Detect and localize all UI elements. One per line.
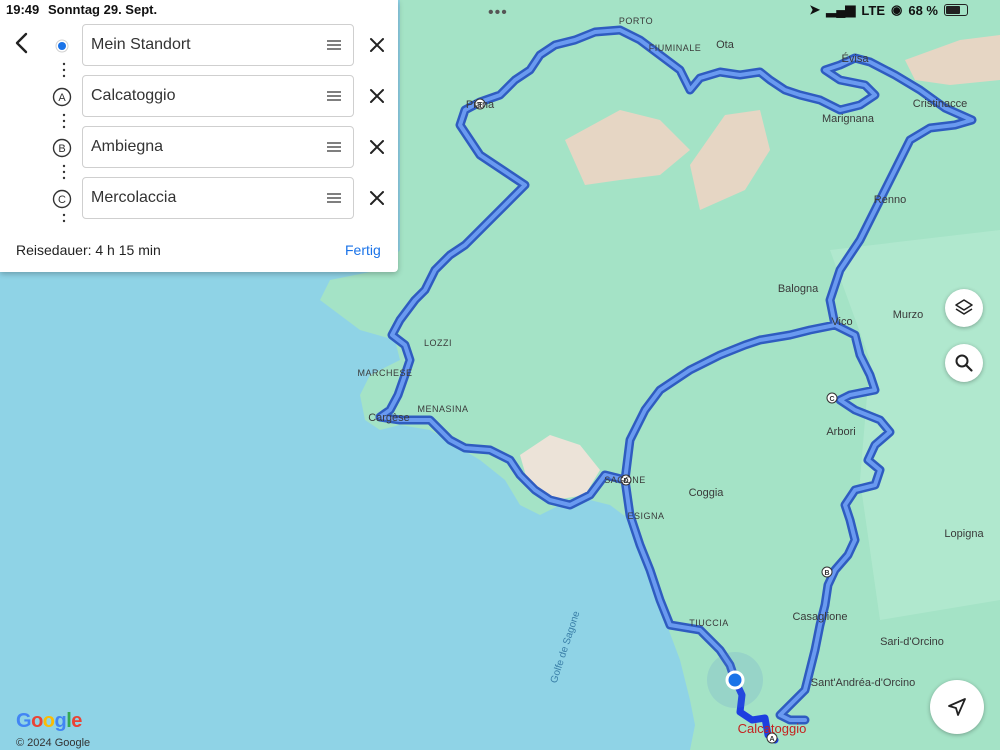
my-location-icon bbox=[55, 39, 69, 53]
place-label: Marignana bbox=[822, 113, 875, 125]
stop-row: B Ambiegna bbox=[0, 126, 398, 170]
place-label: Lopigna bbox=[944, 528, 984, 540]
stop-label: Mercolaccia bbox=[91, 189, 177, 206]
place-label: Coggia bbox=[689, 487, 725, 499]
stop-input[interactable]: Calcatoggio bbox=[82, 75, 354, 117]
recenter-icon bbox=[948, 698, 966, 716]
svg-text:A: A bbox=[769, 736, 774, 743]
drag-handle-icon[interactable] bbox=[327, 40, 341, 50]
place-label: TIUCCIA bbox=[689, 618, 729, 628]
place-label: Sant'Andréa-d'Orcino bbox=[811, 677, 915, 689]
place-label: Renno bbox=[874, 194, 906, 206]
network-label: LTE bbox=[861, 2, 886, 18]
battery-percent: 68 % bbox=[908, 2, 938, 18]
multitasking-dots-icon[interactable]: ••• bbox=[488, 4, 508, 22]
marker-c-icon: C bbox=[52, 189, 72, 209]
place-label: MENASINA bbox=[417, 404, 468, 414]
remove-stop-icon[interactable] bbox=[368, 138, 386, 156]
svg-text:B: B bbox=[824, 570, 829, 577]
stop-row: Mein Standort bbox=[0, 24, 398, 68]
trip-duration: Reisedauer: 4 h 15 min bbox=[16, 242, 161, 258]
drag-handle-icon[interactable] bbox=[327, 142, 341, 152]
remove-stop-icon[interactable] bbox=[368, 87, 386, 105]
place-label: Ota bbox=[716, 39, 735, 51]
place-label: Évisa bbox=[842, 52, 870, 65]
stop-input[interactable]: Mein Standort bbox=[82, 24, 354, 66]
current-location-dot bbox=[725, 670, 745, 690]
drag-handle-icon[interactable] bbox=[327, 193, 341, 203]
svg-text:C: C bbox=[829, 396, 834, 403]
location-arrow-icon: ➤ bbox=[809, 2, 821, 17]
place-label: Cargèse bbox=[368, 412, 410, 424]
marker-a-icon: A bbox=[52, 87, 72, 107]
waypoint-marker-b: B bbox=[821, 566, 833, 578]
svg-text:C: C bbox=[58, 194, 66, 206]
stop-input[interactable]: Ambiegna bbox=[82, 126, 354, 168]
stop-label: Ambiegna bbox=[91, 138, 164, 155]
google-logo: Google bbox=[16, 710, 82, 732]
place-label: FIUMINALE bbox=[649, 43, 702, 53]
stop-label: Mein Standort bbox=[91, 36, 191, 53]
place-label: ESIGNA bbox=[627, 511, 664, 521]
place-label: Casaglione bbox=[792, 611, 847, 623]
lock-rotation-icon: ◉ bbox=[891, 2, 903, 17]
status-time: 19:49 bbox=[6, 2, 40, 17]
place-label: Piana bbox=[466, 99, 495, 111]
remove-stop-icon[interactable] bbox=[368, 36, 386, 54]
search-button[interactable] bbox=[945, 344, 983, 382]
signal-icon: ▂▄▆ bbox=[826, 2, 856, 17]
svg-text:A: A bbox=[58, 92, 66, 104]
battery-icon bbox=[944, 4, 968, 16]
copyright: © 2024 Google bbox=[16, 737, 91, 749]
place-label: SAGONE bbox=[604, 475, 646, 485]
place-label: Vico bbox=[831, 316, 852, 328]
drag-handle-icon[interactable] bbox=[327, 91, 341, 101]
svg-text:B: B bbox=[58, 143, 65, 155]
place-label: LOZZI bbox=[424, 338, 452, 348]
stop-row: C Mercolaccia bbox=[0, 177, 398, 221]
stop-label: Calcatoggio bbox=[91, 87, 176, 104]
stop-input[interactable]: Mercolaccia bbox=[82, 177, 354, 219]
layers-button[interactable] bbox=[945, 289, 983, 327]
done-button[interactable]: Fertig bbox=[345, 242, 381, 258]
place-label: Sari-d'Orcino bbox=[880, 636, 944, 648]
remove-stop-icon[interactable] bbox=[368, 189, 386, 207]
layers-icon bbox=[955, 299, 973, 315]
search-icon bbox=[955, 354, 973, 372]
directions-panel: Mein Standort A Calcatoggio B Ambiegna C… bbox=[0, 0, 398, 272]
marker-b-icon: B bbox=[52, 138, 72, 158]
status-date: Sonntag 29. Sept. bbox=[48, 2, 158, 17]
stop-row: A Calcatoggio bbox=[0, 75, 398, 119]
place-label: Cristinacce bbox=[913, 98, 967, 110]
waypoint-marker-c: C bbox=[826, 392, 838, 404]
place-label: MARCHESE bbox=[357, 368, 412, 378]
destination-label: Calcatoggio bbox=[738, 721, 807, 736]
place-label: Murzo bbox=[893, 309, 924, 321]
recenter-button[interactable] bbox=[930, 680, 984, 734]
place-label: Arbori bbox=[826, 426, 855, 438]
place-label: Balogna bbox=[778, 283, 819, 295]
connector-dots-icon bbox=[62, 213, 66, 223]
